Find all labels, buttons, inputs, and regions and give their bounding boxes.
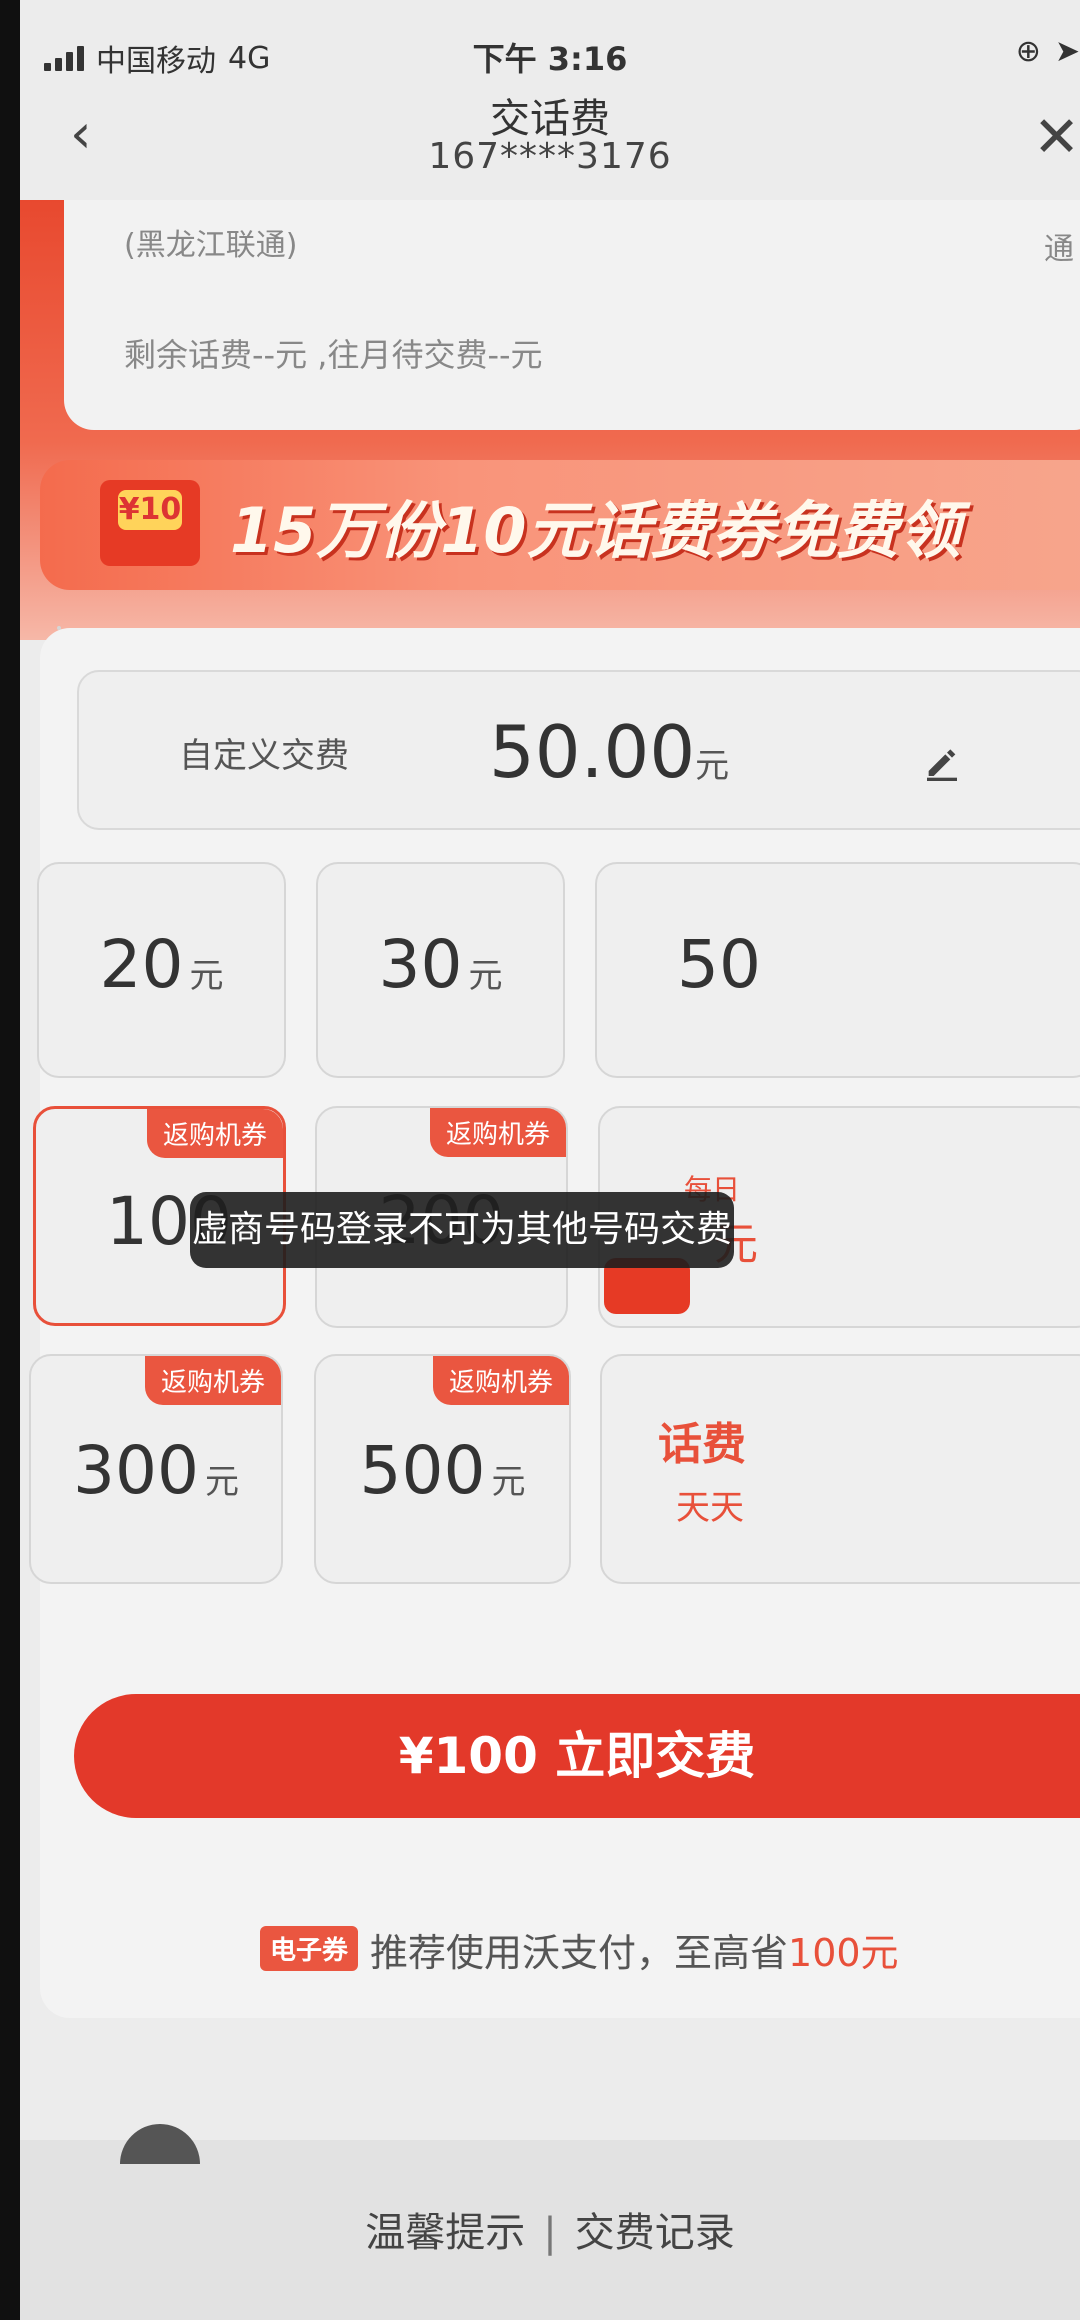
amount-tile-500[interactable]: 返购机券 500 元 <box>314 1354 571 1584</box>
status-bar: 中国移动 4G 下午 3:16 ⊕ ➤ <box>20 30 1080 86</box>
location-icon: ➤ <box>1054 34 1080 69</box>
custom-amount-value: 50.00元 <box>489 710 958 794</box>
account-card: (黑龙江联通) 通 剩余话费--元 ,往月待交费--元 <box>64 200 1080 430</box>
promo-subtitle: 天天 <box>676 1488 744 1528</box>
tile-amount-number: 500 <box>359 1432 486 1509</box>
tile-amount-unit: 元 <box>491 1462 526 1502</box>
footer-separator: | <box>543 2210 557 2256</box>
amount-tile-300[interactable]: 返购机券 300 元 <box>29 1354 283 1584</box>
red-envelope-icon: ¥10 <box>100 480 200 566</box>
records-link[interactable]: 交费记录 <box>575 2210 735 2256</box>
pay-now-button[interactable]: ¥100 立即交费 <box>74 1694 1080 1818</box>
promo-banner[interactable]: ¥10 15万份10元话费券免费领 <box>40 460 1080 590</box>
lock-rotation-icon: ⊕ <box>1015 34 1041 69</box>
nav-bar: ‹ 交话费 167****3176 ✕ <box>20 80 1080 190</box>
amount-tile-50[interactable]: 50 <box>595 862 1080 1078</box>
custom-amount-number: 50.00 <box>489 710 696 794</box>
tile-amount-unit: 元 <box>189 956 224 996</box>
amount-tile-30[interactable]: 30 元 <box>316 862 565 1078</box>
custom-amount-label: 自定义交费 <box>179 736 349 776</box>
carrier-region: (黑龙江联通) <box>124 228 298 263</box>
phone-number: 167****3176 <box>428 136 672 177</box>
footer-links: 温馨提示 | 交费记录 <box>20 2200 1080 2258</box>
coupon-badge: 电子券 <box>260 1926 359 1971</box>
tile-amount-number: 20 <box>99 926 184 1003</box>
tile-badge: 返购机券 <box>432 1356 569 1405</box>
tile-amount: 50 <box>677 926 761 1003</box>
tile-amount: 30 元 <box>318 926 563 1003</box>
footer: 温馨提示 | 交费记录 <box>20 2124 1080 2320</box>
tile-badge: 返购机券 <box>429 1108 566 1157</box>
promo-tile-daily-fee[interactable]: 话费 天天 <box>600 1354 1080 1584</box>
tile-amount: 20 元 <box>39 926 284 1003</box>
tile-amount: 300 元 <box>31 1432 281 1509</box>
status-time: 下午 3:16 <box>472 40 628 78</box>
tile-amount-number: 300 <box>73 1432 199 1509</box>
tile-amount-unit: 元 <box>204 1462 239 1502</box>
custom-amount-unit: 元 <box>695 746 730 786</box>
tile-amount-number: 30 <box>378 926 463 1003</box>
close-icon[interactable]: ✕ <box>1033 110 1080 166</box>
hidden-spacer <box>57 626 61 630</box>
tile-amount: 500 元 <box>316 1432 569 1509</box>
tip-text: 推荐使用沃支付，至高省100元 <box>370 1922 899 1977</box>
tips-link[interactable]: 温馨提示 <box>365 2210 525 2256</box>
tile-badge: 返购机券 <box>144 1356 281 1405</box>
custom-amount-field[interactable]: 自定义交费 50.00元 <box>77 670 1080 830</box>
app-screen: 中国移动 4G 下午 3:16 ⊕ ➤ ‹ 交话费 167****3176 ✕ … <box>20 0 1080 2320</box>
tile-amount-number: 50 <box>677 926 761 1003</box>
tile-amount-unit: 元 <box>468 956 503 996</box>
status-icons: ⊕ ➤ <box>1016 34 1080 69</box>
banner-text: 15万份10元话费券免费领 <box>230 494 961 567</box>
tip-highlight: 100元 <box>788 1931 899 1975</box>
edit-icon[interactable] <box>922 741 962 781</box>
coin-label: ¥10 <box>118 490 182 530</box>
promo-title: 话费 <box>658 1419 746 1470</box>
tile-badge: 返购机券 <box>146 1109 283 1158</box>
toast-message: 虚商号码登录不可为其他号码交费 <box>190 1192 734 1268</box>
tip-main: 推荐使用沃支付，至高省 <box>370 1931 789 1975</box>
amount-tile-20[interactable]: 20 元 <box>37 862 286 1078</box>
avatar <box>120 2124 200 2164</box>
payment-tip[interactable]: 电子券 推荐使用沃支付，至高省100元 <box>20 1918 1080 1978</box>
balance-text: 剩余话费--元 ,往月待交费--元 <box>124 336 543 374</box>
account-right-hint[interactable]: 通 <box>1044 224 1074 268</box>
